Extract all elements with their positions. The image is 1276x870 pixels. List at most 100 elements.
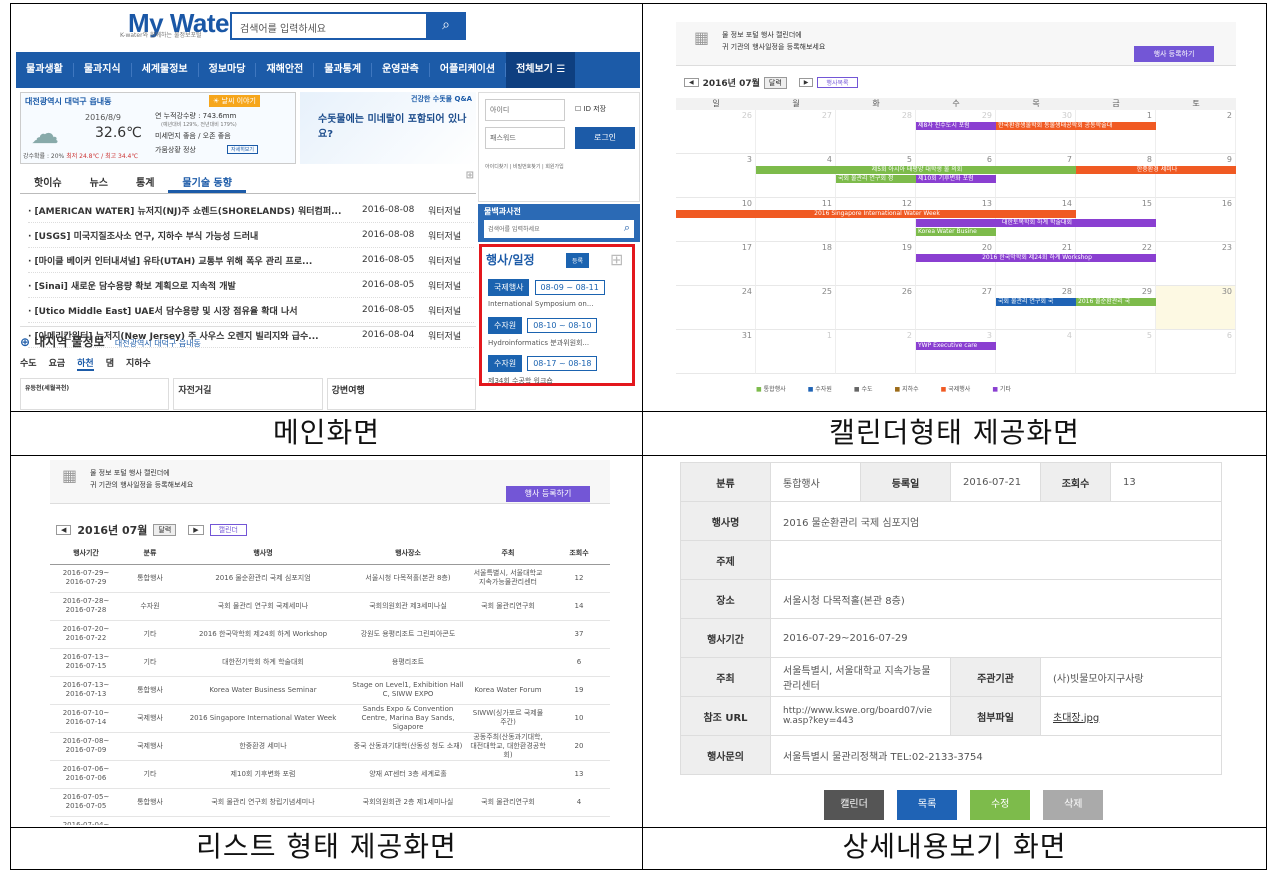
nav-all-button[interactable]: 전체보기 ☰ (506, 52, 576, 88)
calendar-day-cell[interactable]: 20 (916, 242, 996, 286)
event-register-button[interactable]: 등록 (566, 253, 590, 268)
qa-banner[interactable]: 건강한 수돗물 Q&A 수돗물에는 미네랄이 포함되어 있나요? (300, 92, 476, 164)
tab-stats[interactable]: 통계 (122, 170, 168, 193)
region-card-stream[interactable]: 유등천(세월곡천) (20, 378, 170, 410)
col-header[interactable]: 행사장소 (348, 544, 468, 565)
calendar-day-cell[interactable]: 30 (996, 110, 1076, 154)
nav-item[interactable]: 물과지식 (74, 63, 132, 77)
table-row[interactable]: 2016-07-20~ 2016-07-22 기타 2016 한국막학회 제24회 … (50, 620, 610, 649)
calendar-day-cell[interactable]: 3 (676, 154, 756, 198)
region-tab[interactable]: 하천 (77, 356, 94, 371)
calendar-event[interactable]: 2016 Singapore International Water Week (676, 210, 1076, 218)
calendar-day-cell[interactable]: 11 (756, 198, 836, 242)
calendar-day-cell[interactable]: 4 (996, 330, 1076, 374)
calendar-day-cell[interactable]: 9 (1156, 154, 1236, 198)
table-row[interactable]: 2016-07-28~ 2016-07-28 수자원 국회 물관리 연구회 국제세미… (50, 592, 610, 621)
event-list-button[interactable]: 행사목록 (817, 77, 858, 88)
col-header[interactable]: 행사명 (178, 544, 348, 565)
calendar-event[interactable]: 2016 한국막학회 제24회 하계 Workshop (916, 254, 1156, 262)
news-row[interactable]: · [AMERICAN WATER] 뉴저지(NJ)주 쇼렌드(SHORELAN… (28, 198, 474, 223)
nav-item[interactable]: 세계물정보 (132, 63, 199, 77)
region-card-bike[interactable]: 자전거길 (173, 378, 323, 410)
id-field[interactable]: 아이디 (485, 99, 565, 121)
region-tab[interactable]: 댐 (106, 356, 114, 371)
calendar-event[interactable]: 대한토목학회 하계 학술대회 (916, 219, 1156, 227)
calendar-day-cell[interactable]: 27 (916, 286, 996, 330)
calendar-event[interactable]: 제10회 기후변화 포럼 (916, 175, 996, 183)
prev-month-button[interactable]: ◀ (56, 525, 72, 535)
col-header[interactable]: 조회수 (548, 544, 610, 565)
calendar-day-cell[interactable]: 1 (1076, 110, 1156, 154)
event-item[interactable]: 국제행사 08-09 ~ 08-11 International Symposi… (488, 275, 628, 308)
calendar-day-cell[interactable]: 2 (836, 330, 916, 374)
event-item[interactable]: 수자원 08-10 ~ 08-10 Hydroinformatics 분과위원회… (488, 313, 628, 348)
id-save-checkbox[interactable]: ☐ ID 저장 (575, 104, 606, 114)
calendar-day-cell[interactable]: 25 (756, 286, 836, 330)
calendar-day-cell[interactable]: 5 (1076, 330, 1156, 374)
calendar-event[interactable]: YWP Executive care (916, 342, 996, 350)
calendar-day-cell[interactable]: 29 (1076, 286, 1156, 330)
login-button[interactable]: 로그인 (575, 127, 635, 149)
nav-item[interactable]: 정보마당 (199, 63, 257, 77)
nav-item[interactable]: 물과통계 (314, 63, 373, 77)
dictionary-search-input[interactable]: 검색어를 입력하세요 ⌕ (484, 220, 634, 238)
calendar-day-cell[interactable]: 26 (836, 286, 916, 330)
calendar-event[interactable]: 2016 물순환관리 국 (1076, 298, 1156, 306)
edit-button[interactable]: 수정 (970, 790, 1031, 820)
calendar-day-cell[interactable]: 12 (836, 198, 916, 242)
news-row[interactable]: · [Sinai] 새로운 담수용량 확보 계획으로 지속적 개발 2016-08… (28, 273, 474, 298)
calendar-day-cell[interactable]: 26 (676, 110, 756, 154)
login-links[interactable]: 아이디찾기 | 비밀번호찾기 | 회원가입 (485, 163, 564, 170)
calendar-button[interactable]: 캘린더 (824, 790, 884, 820)
calendar-event[interactable]: 한중환경 세미나 (1076, 166, 1236, 174)
list-button[interactable]: 목록 (897, 790, 958, 820)
calendar-day-cell[interactable]: 21 (996, 242, 1076, 286)
table-row[interactable]: 2016-07-04~ 2016-07-07통합행사제5회 아시아 태평양 대학… (50, 816, 610, 825)
region-tab[interactable]: 지하수 (126, 356, 151, 371)
calendar-day-cell[interactable]: 24 (676, 286, 756, 330)
tab-water-tech[interactable]: 물기술 동향 (168, 170, 246, 193)
region-tab[interactable]: 수도 (20, 356, 37, 371)
next-month-button[interactable]: ▶ (798, 78, 814, 87)
event-register-button[interactable]: 행사 등록하기 (506, 486, 590, 502)
weather-more-button[interactable]: 자세히보기 (227, 145, 259, 154)
calendar-day-cell[interactable]: 8 (1076, 154, 1156, 198)
calendar-event[interactable]: 제5회 아시아 태평양 대학생 물 의회 (756, 166, 1076, 174)
calendar-day-cell[interactable]: 28 (996, 286, 1076, 330)
search-button[interactable]: ⌕ (426, 12, 466, 40)
calendar-day-cell[interactable]: 27 (756, 110, 836, 154)
calendar-day-cell[interactable]: 18 (756, 242, 836, 286)
calendar-day-cell[interactable]: 29 (916, 110, 996, 154)
calendar-picker-button[interactable]: 달력 (153, 524, 177, 536)
news-row[interactable]: · [Utico Middle East] UAE서 담수용량 및 시장 점유율… (28, 298, 474, 323)
calendar-picker-button[interactable]: 달력 (763, 76, 787, 89)
calendar-day-cell[interactable]: 19 (836, 242, 916, 286)
nav-item[interactable]: 어플리케이션 (430, 63, 507, 77)
calendar-day-cell[interactable]: 3 (916, 330, 996, 374)
col-header[interactable]: 분류 (122, 544, 178, 565)
calendar-day-cell[interactable]: 1 (756, 330, 836, 374)
event-register-button[interactable]: 행사 등록하기 (1134, 46, 1214, 62)
news-row[interactable]: · [USGS] 미국지질조사소 연구, 지하수 부식 가능성 드러내 2016-… (28, 223, 474, 248)
search-input[interactable]: 검색어를 입력하세요 (230, 12, 428, 40)
calendar-day-cell[interactable]: 4 (756, 154, 836, 198)
tab-hot-issue[interactable]: 핫이슈 (20, 170, 76, 193)
table-row[interactable]: 2016-07-05~ 2016-07-05 통합행사 국회 물관리 연구회 창립기… (50, 788, 610, 817)
search-icon[interactable]: ⌕ (624, 221, 630, 235)
news-row[interactable]: · [마이클 베이커 인터내셔널] 유타(UTAH) 교통부 위해 폭우 관리 … (28, 248, 474, 273)
region-card-river[interactable]: 강변여행 (326, 378, 476, 410)
calendar-view-button[interactable]: 캘린더 (209, 524, 247, 536)
calendar-day-cell[interactable]: 28 (836, 110, 916, 154)
calendar-day-cell[interactable]: 2 (1156, 110, 1236, 154)
prev-month-button[interactable]: ◀ (684, 78, 699, 87)
table-row[interactable]: 2016-07-06~ 2016-07-06 기타 제10회 기후변화 포럼 양재 A… (50, 760, 610, 789)
table-row[interactable]: 2016-07-13~ 2016-07-13 통합행사 Korea Water Bu… (50, 676, 610, 705)
calendar-event[interactable]: 한국환경생물학회 동물생태공학회 공동학술대 (996, 122, 1156, 130)
calendar-event[interactable]: Korea Water Busine (916, 228, 996, 236)
calendar-day-cell[interactable]: 6 (1156, 330, 1236, 374)
nav-item[interactable]: 물과생활 (16, 63, 74, 77)
value-url[interactable]: http://www.kswe.org/board07/view.asp?key… (770, 696, 951, 736)
nav-item[interactable]: 운영관측 (372, 63, 430, 77)
calendar-event[interactable]: 국회 물관리 연구회 정 (836, 175, 916, 183)
password-field[interactable]: 패스워드 (485, 127, 565, 149)
